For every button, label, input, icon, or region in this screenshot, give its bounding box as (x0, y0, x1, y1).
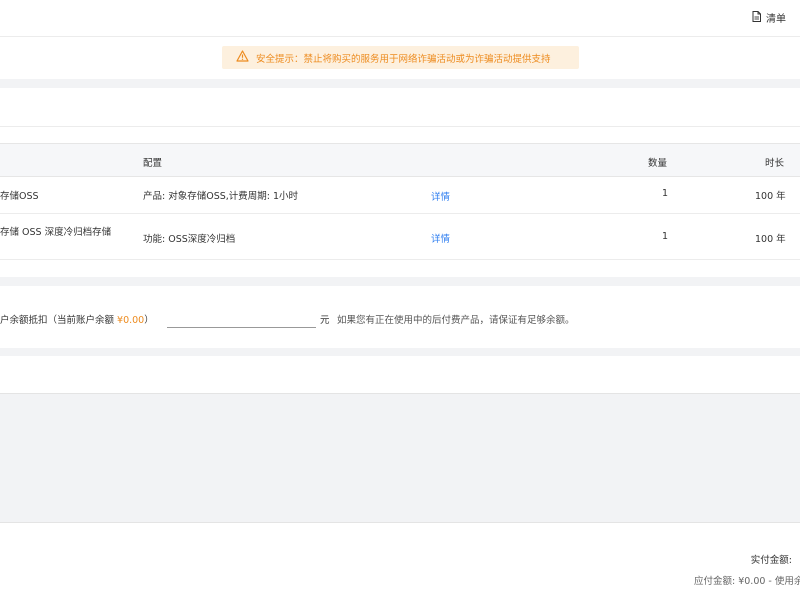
empty-section (0, 356, 800, 394)
detail-link[interactable]: 详情 (431, 231, 450, 245)
balance-section: 户余额抵扣（当前账户余额 ¥0.00） 元 如果您有正在使用中的后付费产品，请保… (0, 286, 800, 348)
detail-link[interactable]: 详情 (431, 189, 450, 203)
divider (0, 348, 800, 356)
table-row: 存储OSS 产品: 对象存储OSS,计费周期: 1小时 详情 1 100 年 (0, 177, 800, 214)
table-row: 存储 OSS 深度冷归档存储 功能: OSS深度冷归档 详情 1 100 年 (0, 214, 800, 260)
section-header (0, 88, 800, 127)
document-icon (752, 10, 761, 25)
column-header-config: 配置 (143, 158, 163, 169)
balance-hint: 如果您有正在使用中的后付费产品，请保证有足够余额。 (337, 315, 575, 326)
product-config: 功能: OSS深度冷归档 (143, 234, 236, 245)
balance-amount: ¥0.00 (117, 315, 145, 326)
table-header: 配置 数量 时长 (0, 143, 800, 177)
security-alert: 安全提示：禁止将购买的服务用于网络诈骗活动或为诈骗活动提供支持 (222, 46, 579, 69)
column-header-quantity: 数量 (648, 158, 668, 169)
product-name: 存储OSS (0, 191, 39, 202)
duration-value: 100 年 (755, 191, 786, 202)
product-config: 产品: 对象存储OSS,计费周期: 1小时 (143, 191, 299, 202)
divider (0, 79, 800, 88)
order-section: 配置 数量 时长 存储OSS 产品: 对象存储OSS,计费周期: 1小时 详情 … (0, 88, 800, 277)
footer: 实付金额: 应付金额: ¥0.00 - 使用余 (0, 522, 800, 600)
top-bar: 清单 (0, 0, 800, 37)
balance-label: 户余额抵扣（当前账户余额 ¥0.00） (0, 312, 154, 326)
product-name: 存储 OSS 深度冷归档存储 (0, 227, 112, 238)
quantity-value: 1 (662, 188, 669, 199)
payable-amount-text: 应付金额: ¥0.00 - 使用余 (694, 576, 800, 587)
balance-label-prefix: 户余额抵扣（当前账户余额 (0, 315, 118, 326)
checklist-label: 清单 (766, 14, 786, 25)
column-header-duration: 时长 (765, 158, 785, 169)
balance-deduction-input[interactable] (167, 306, 316, 328)
checklist-button[interactable]: 清单 (752, 10, 786, 25)
divider (0, 277, 800, 286)
duration-value: 100 年 (755, 234, 786, 245)
content-background (0, 395, 800, 522)
currency-unit: 元 (320, 315, 330, 326)
quantity-value: 1 (662, 231, 669, 242)
alert-text: 安全提示：禁止将购买的服务用于网络诈骗活动或为诈骗活动提供支持 (256, 53, 551, 65)
alert-section: 安全提示：禁止将购买的服务用于网络诈骗活动或为诈骗活动提供支持 (0, 37, 800, 79)
paid-amount-label: 实付金额: (750, 555, 792, 566)
balance-label-suffix: ） (144, 315, 154, 326)
warning-icon (236, 50, 249, 65)
